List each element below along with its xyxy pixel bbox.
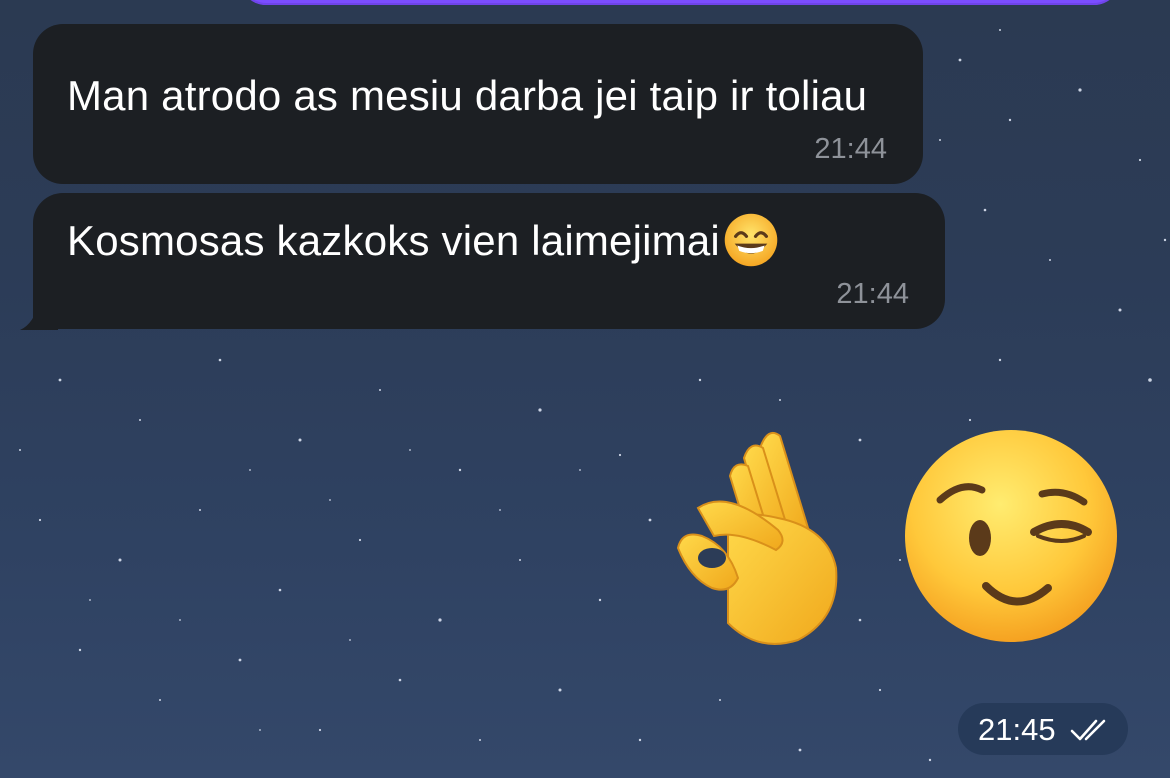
incoming-message-bubble[interactable]: Man atrodo as mesiu darba jei taip ir to… bbox=[33, 24, 923, 184]
winking-face-icon[interactable] bbox=[902, 428, 1120, 644]
ok-hand-icon[interactable] bbox=[668, 418, 853, 648]
message-text-row: Kosmosas kazkoks vien laimejimai bbox=[67, 211, 780, 271]
previous-outgoing-bubble-edge bbox=[240, 0, 1120, 5]
incoming-message-bubble[interactable]: Kosmosas kazkoks vien laimejimai 21:44 bbox=[33, 193, 945, 329]
message-text: Kosmosas kazkoks vien laimejimai bbox=[67, 217, 720, 264]
grinning-face-with-smiling-eyes-icon bbox=[724, 213, 778, 267]
message-timestamp: 21:45 bbox=[978, 712, 1056, 747]
double-check-read-icon bbox=[1070, 719, 1106, 741]
message-timestamp: 21:44 bbox=[814, 133, 887, 165]
outgoing-timestamp-pill: 21:45 bbox=[958, 703, 1128, 755]
bubble-tail bbox=[20, 300, 58, 330]
message-text: Man atrodo as mesiu darba jei taip ir to… bbox=[67, 72, 868, 119]
message-timestamp: 21:44 bbox=[836, 278, 909, 310]
